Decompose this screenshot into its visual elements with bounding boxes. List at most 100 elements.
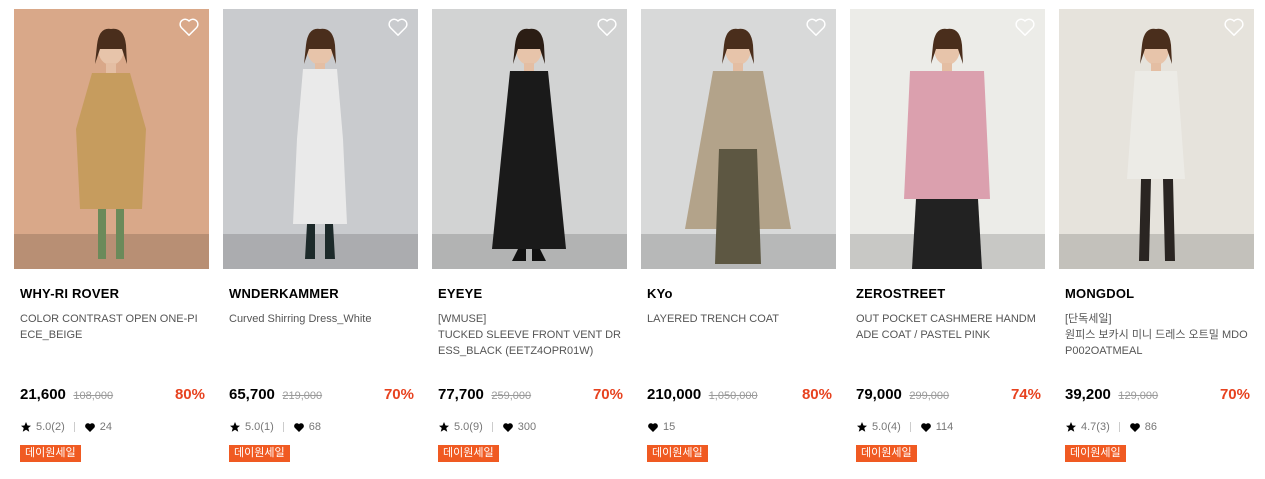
meta-divider (282, 422, 284, 432)
rating-value: 5.0(4) (872, 421, 901, 433)
wishlist-heart-icon[interactable] (1223, 17, 1245, 37)
brand-name[interactable]: EYEYE (438, 286, 482, 301)
likes-group: 68 (293, 421, 321, 433)
heart-icon (1129, 422, 1140, 432)
likes-group: 24 (84, 421, 112, 433)
sale-badge: 데이원세일 (647, 445, 708, 462)
review-meta: 4.7(3) 86 (1065, 421, 1157, 433)
likes-count: 114 (935, 421, 954, 433)
discount-rate: 80% (801, 386, 832, 403)
discount-rate: 80% (174, 386, 205, 403)
meta-divider (909, 422, 911, 432)
brand-name[interactable]: WNDERKAMMER (229, 286, 339, 301)
product-image[interactable] (432, 9, 627, 269)
original-price: 299,000 (909, 390, 950, 402)
likes-count: 300 (517, 421, 537, 433)
sale-price: 210,000 (647, 386, 702, 403)
product-title: OUT POCKET CASHMERE HANDMADE COAT / PAST… (856, 313, 1036, 341)
rating-group: 5.0(4) (856, 421, 901, 433)
price-row: 77,700 259,000 70% (438, 386, 623, 406)
product-card[interactable]: KYo LAYERED TRENCH COAT 210,000 1,050,00… (641, 9, 836, 469)
model-photo (432, 9, 627, 269)
brand-name[interactable]: ZEROSTREET (856, 286, 945, 301)
model-photo (223, 9, 418, 269)
price-row: 21,600 108,000 80% (20, 386, 205, 406)
sale-badge: 데이원세일 (438, 445, 499, 462)
heart-icon (502, 422, 513, 432)
original-price: 108,000 (73, 390, 114, 402)
product-name[interactable]: [단독세일] 원피스 보카시 미니 드레스 오트밀 MDOP002OATMEAL (1065, 311, 1249, 359)
likes-count: 68 (308, 421, 321, 433)
product-card[interactable]: WHY-RI ROVER COLOR CONTRAST OPEN ONE-PIE… (14, 9, 209, 469)
meta-divider (73, 422, 75, 432)
discount-rate: 70% (1219, 386, 1250, 403)
product-image[interactable] (14, 9, 209, 269)
sale-price: 65,700 (229, 386, 275, 403)
brand-name[interactable]: MONGDOL (1065, 286, 1134, 301)
product-image[interactable] (1059, 9, 1254, 269)
likes-count: 86 (1144, 421, 1157, 433)
discount-rate: 74% (1010, 386, 1041, 403)
review-meta: 5.0(1) 68 (229, 421, 321, 433)
wishlist-heart-icon[interactable] (805, 17, 827, 37)
product-card[interactable]: MONGDOL [단독세일] 원피스 보카시 미니 드레스 오트밀 MDOP00… (1059, 9, 1254, 469)
brand-name[interactable]: WHY-RI ROVER (20, 286, 119, 301)
model-photo (1059, 9, 1254, 269)
likes-group: 86 (1129, 421, 1157, 433)
review-meta: 5.0(2) 24 (20, 421, 112, 433)
wishlist-heart-icon[interactable] (596, 17, 618, 37)
price-row: 65,700 219,000 70% (229, 386, 414, 406)
star-icon (857, 422, 867, 432)
star-icon (230, 422, 240, 432)
product-name[interactable]: OUT POCKET CASHMERE HANDMADE COAT / PAST… (856, 311, 1040, 343)
price-row: 210,000 1,050,000 80% (647, 386, 832, 406)
likes-count: 24 (99, 421, 112, 433)
heart-icon (648, 422, 658, 432)
model-photo (14, 9, 209, 269)
product-title: 원피스 보카시 미니 드레스 오트밀 MDOP002OATMEAL (1065, 329, 1248, 357)
product-title: LAYERED TRENCH COAT (647, 313, 780, 325)
rating-group: 5.0(1) (229, 421, 274, 433)
product-name[interactable]: [WMUSE] TUCKED SLEEVE FRONT VENT DRESS_B… (438, 311, 622, 359)
product-name[interactable]: COLOR CONTRAST OPEN ONE-PIECE_BEIGE (20, 311, 204, 343)
sale-price: 77,700 (438, 386, 484, 403)
wishlist-heart-icon[interactable] (1014, 17, 1036, 37)
star-icon (1066, 422, 1076, 432)
product-grid: WHY-RI ROVER COLOR CONTRAST OPEN ONE-PIE… (0, 0, 1265, 479)
price-row: 79,000 299,000 74% (856, 386, 1041, 406)
product-name[interactable]: Curved Shirring Dress_White (229, 311, 413, 327)
discount-rate: 70% (592, 386, 623, 403)
rating-group: 5.0(2) (20, 421, 65, 433)
rating-group: 4.7(3) (1065, 421, 1110, 433)
sale-badge: 데이원세일 (1065, 445, 1126, 462)
rating-group: 5.0(9) (438, 421, 483, 433)
product-image[interactable] (641, 9, 836, 269)
original-price: 219,000 (282, 390, 323, 402)
wishlist-heart-icon[interactable] (178, 17, 200, 37)
product-image[interactable] (850, 9, 1045, 269)
likes-group: 114 (920, 421, 954, 433)
discount-rate: 70% (383, 386, 414, 403)
heart-icon (920, 422, 931, 432)
likes-group: 15 (647, 421, 675, 433)
product-tag: [단독세일] (1065, 313, 1112, 325)
wishlist-heart-icon[interactable] (387, 17, 409, 37)
product-card[interactable]: ZEROSTREET OUT POCKET CASHMERE HANDMADE … (850, 9, 1045, 469)
star-icon (439, 422, 449, 432)
review-meta: 5.0(4) 114 (856, 421, 953, 433)
review-meta: 15 (647, 421, 675, 433)
model-photo (641, 9, 836, 269)
product-card[interactable]: WNDERKAMMER Curved Shirring Dress_White … (223, 9, 418, 469)
product-name[interactable]: LAYERED TRENCH COAT (647, 311, 831, 327)
product-title: COLOR CONTRAST OPEN ONE-PIECE_BEIGE (20, 313, 198, 341)
sale-price: 21,600 (20, 386, 66, 403)
brand-name[interactable]: KYo (647, 286, 673, 301)
sale-price: 79,000 (856, 386, 902, 403)
original-price: 259,000 (491, 390, 532, 402)
product-image[interactable] (223, 9, 418, 269)
original-price: 1,050,000 (708, 390, 758, 402)
rating-value: 5.0(9) (454, 421, 483, 433)
meta-divider (1118, 422, 1120, 432)
product-card[interactable]: EYEYE [WMUSE] TUCKED SLEEVE FRONT VENT D… (432, 9, 627, 469)
review-meta: 5.0(9) 300 (438, 421, 536, 433)
